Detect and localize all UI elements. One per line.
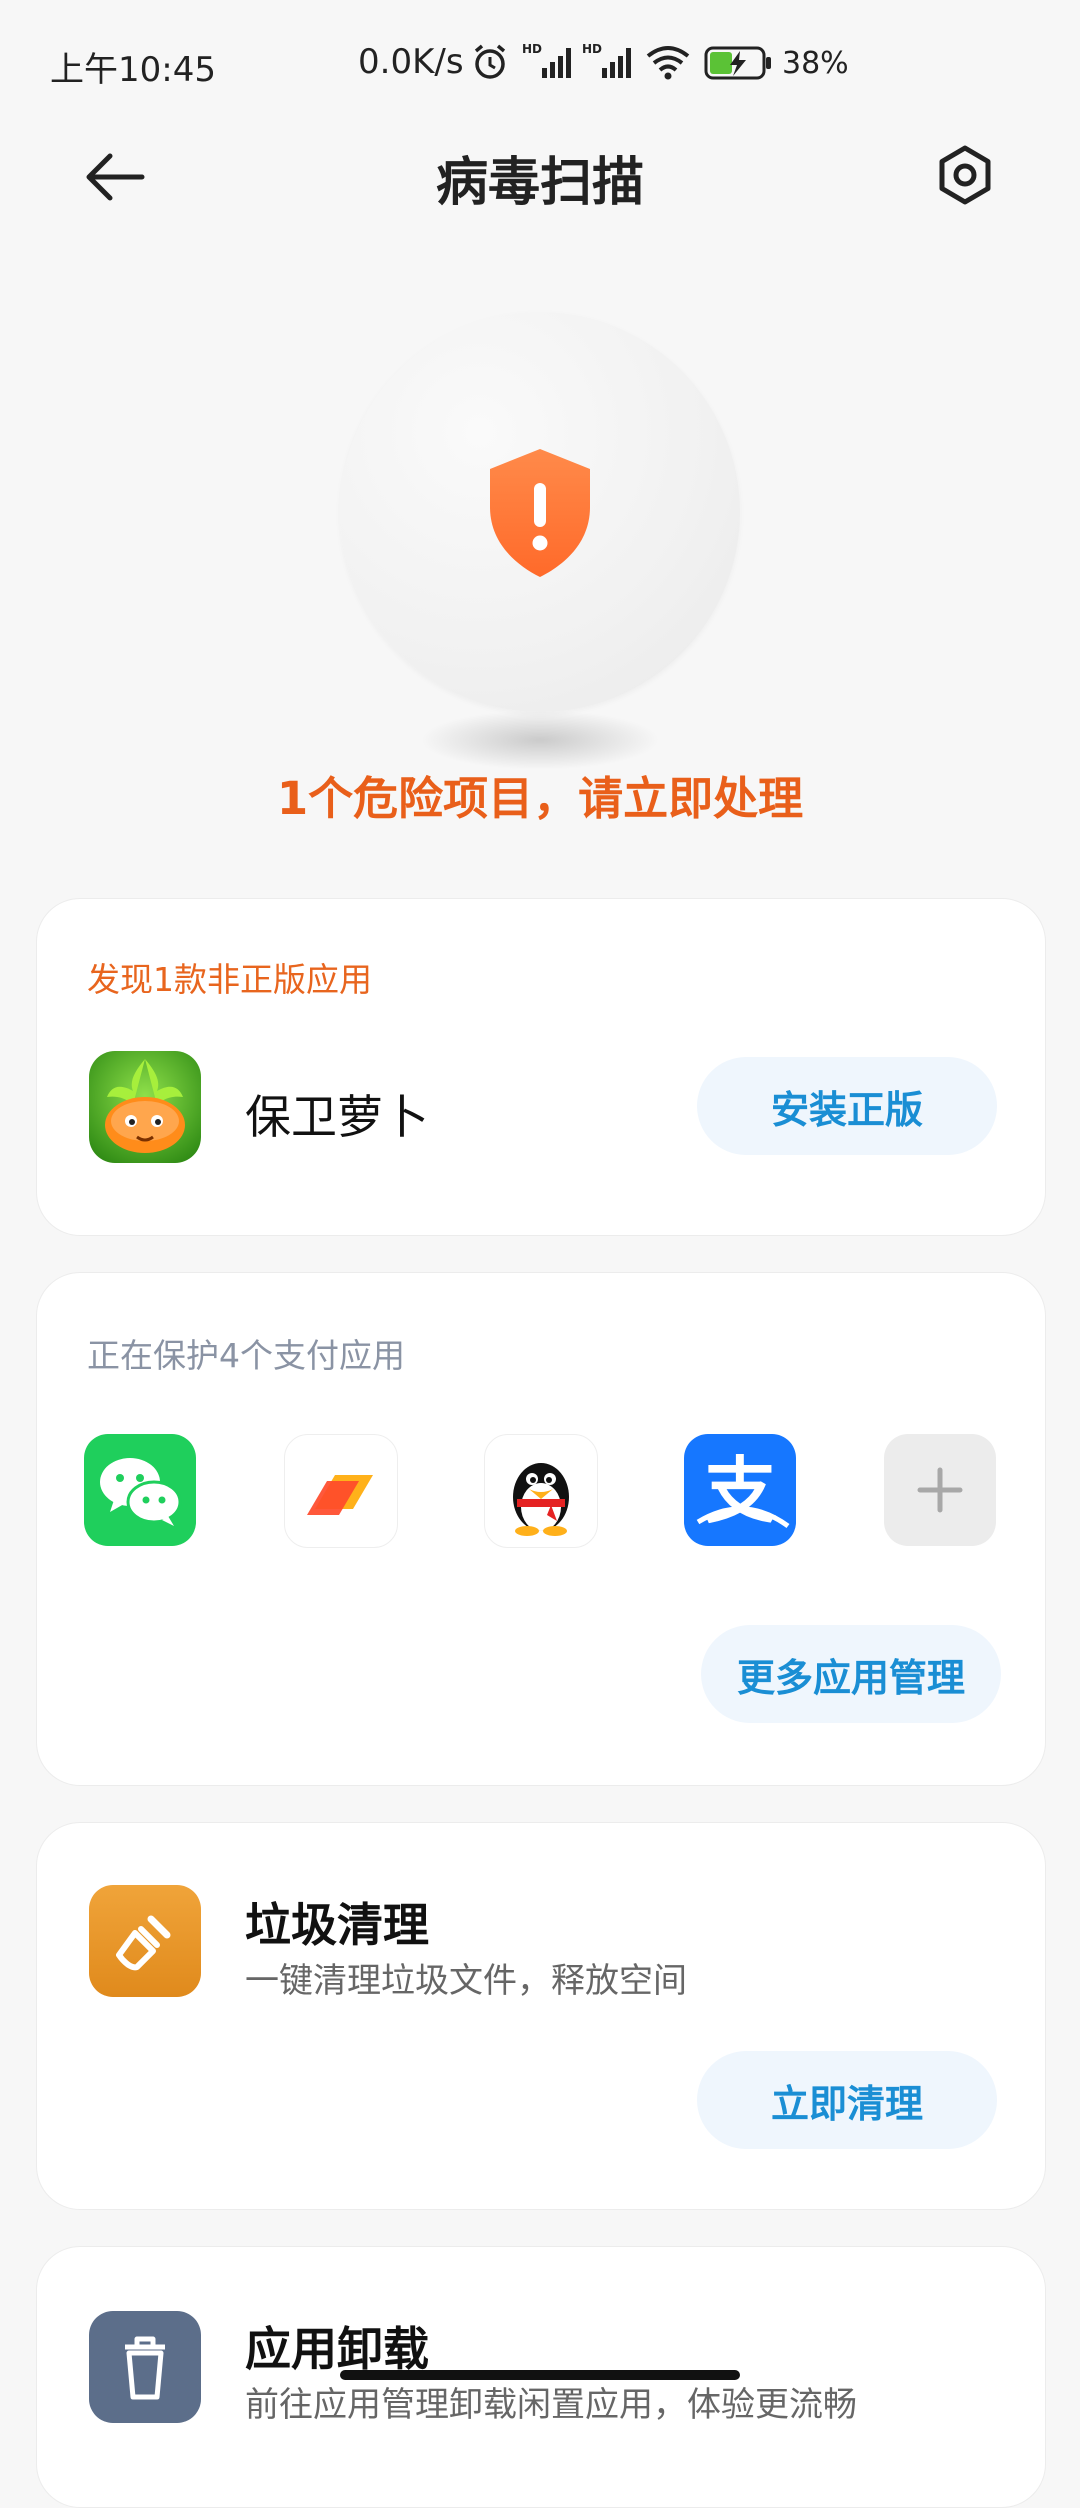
wifi-icon xyxy=(646,46,690,80)
alipay-app-icon[interactable]: 支 xyxy=(684,1434,796,1546)
wechat-app-icon[interactable] xyxy=(84,1434,196,1546)
alarm-icon xyxy=(474,44,506,79)
add-app-button[interactable] xyxy=(884,1434,996,1546)
status-time: 上午10:45 xyxy=(50,50,216,90)
status-bar: 上午10:45 0.0K/s HD HD 38% xyxy=(0,0,1080,130)
plus-icon xyxy=(917,1467,963,1513)
clean-now-button[interactable]: 立即清理 xyxy=(697,2051,997,2149)
signal-hd-icon: HD xyxy=(582,42,631,78)
junk-clean-card: 垃圾清理 一键清理垃圾文件，释放空间 立即清理 xyxy=(36,1822,1046,2210)
broom-app-icon xyxy=(89,1885,201,1997)
install-official-button[interactable]: 安装正版 xyxy=(697,1057,997,1155)
clean-title: 垃圾清理 xyxy=(245,1898,429,1952)
gear-icon xyxy=(939,145,991,205)
svg-text:HD: HD xyxy=(522,42,542,56)
network-speed: 0.0K/s xyxy=(358,42,464,82)
svg-text:支: 支 xyxy=(704,1449,776,1533)
app-icon-carrot xyxy=(89,1051,201,1163)
payment-label: 正在保护4个支付应用 xyxy=(87,1336,405,1375)
hero-shadow xyxy=(420,710,660,770)
battery-charging-icon xyxy=(704,46,771,80)
home-gesture-bar[interactable] xyxy=(340,2370,740,2380)
app-name: 保卫萝卜 xyxy=(245,1090,429,1144)
svg-text:HD: HD xyxy=(582,42,602,56)
danger-warning-text: 1个危险项目，请立即处理 xyxy=(276,772,804,825)
qq-app-icon[interactable] xyxy=(484,1434,598,1548)
settings-button[interactable] xyxy=(930,140,1000,210)
more-app-management-button[interactable]: 更多应用管理 xyxy=(701,1625,1001,1723)
battery-percent: 38% xyxy=(782,46,849,81)
stacked-cards-app-icon[interactable] xyxy=(284,1434,398,1548)
pirated-app-card: 发现1款非正版应用 保卫萝卜 安装正版 xyxy=(36,898,1046,1236)
uninstall-subtitle: 前往应用管理卸载闲置应用，体验更流畅 xyxy=(245,2385,857,2425)
broom-icon xyxy=(116,1915,171,1971)
shield-warning-icon xyxy=(490,449,590,577)
trash-icon xyxy=(125,2336,165,2400)
uninstall-app-icon xyxy=(89,2311,201,2423)
signal-hd-icon: HD xyxy=(522,42,571,78)
pirated-label: 发现1款非正版应用 xyxy=(87,960,372,999)
clean-subtitle: 一键清理垃圾文件，释放空间 xyxy=(245,1961,687,2001)
page-title: 病毒扫描 xyxy=(435,153,644,213)
